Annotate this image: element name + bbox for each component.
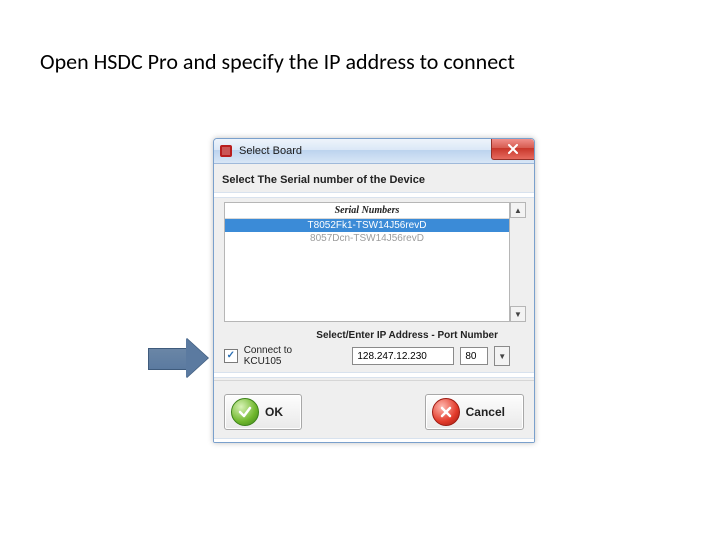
divider bbox=[214, 372, 534, 378]
scroll-up-button[interactable]: ▲ bbox=[510, 202, 526, 218]
serial-item-0[interactable]: T8052Fk1-TSW14J56revD bbox=[225, 219, 509, 232]
close-button[interactable] bbox=[491, 139, 534, 160]
ip-dropdown-button[interactable]: ▼ bbox=[494, 346, 510, 366]
serial-list-header: Serial Numbers bbox=[225, 203, 509, 219]
app-icon bbox=[218, 143, 234, 159]
ip-address-input[interactable] bbox=[352, 347, 454, 365]
connect-checkbox[interactable] bbox=[224, 349, 238, 363]
slide: Open HSDC Pro and specify the IP address… bbox=[0, 0, 720, 540]
button-bar: OK Cancel bbox=[214, 380, 534, 443]
checkmark-icon bbox=[231, 398, 259, 426]
cancel-button-label: Cancel bbox=[466, 405, 505, 419]
serial-item-1[interactable]: 8057Dcn-TSW14J56revD bbox=[225, 232, 509, 245]
serial-listbox-container: Serial Numbers T8052Fk1-TSW14J56revD 805… bbox=[224, 202, 510, 322]
ok-button[interactable]: OK bbox=[224, 394, 302, 430]
divider bbox=[214, 192, 534, 198]
titlebar[interactable]: Select Board bbox=[214, 139, 534, 164]
cancel-button[interactable]: Cancel bbox=[425, 394, 524, 430]
connect-row: Connect to KCU105 ▼ bbox=[224, 346, 510, 366]
cross-icon bbox=[432, 398, 460, 426]
ok-button-label: OK bbox=[265, 405, 283, 419]
connect-checkbox-label: Connect to KCU105 bbox=[244, 345, 331, 367]
close-icon bbox=[507, 144, 519, 154]
ip-section-label: Select/Enter IP Address - Port Number bbox=[316, 330, 498, 341]
chevron-down-icon: ▼ bbox=[498, 352, 506, 361]
serial-prompt: Select The Serial number of the Device bbox=[222, 174, 425, 186]
dialog-body: Select The Serial number of the Device S… bbox=[214, 164, 534, 443]
port-input[interactable] bbox=[460, 347, 488, 365]
slide-title: Open HSDC Pro and specify the IP address… bbox=[40, 48, 515, 75]
select-board-dialog: Select Board Select The Serial number of… bbox=[213, 138, 535, 443]
scroll-down-button[interactable]: ▼ bbox=[510, 306, 526, 322]
serial-listbox[interactable]: Serial Numbers T8052Fk1-TSW14J56revD 805… bbox=[224, 202, 510, 322]
callout-arrow bbox=[148, 338, 208, 378]
window-title: Select Board bbox=[239, 145, 302, 157]
divider bbox=[214, 438, 534, 443]
chevron-down-icon: ▼ bbox=[514, 310, 522, 319]
chevron-up-icon: ▲ bbox=[514, 206, 522, 215]
